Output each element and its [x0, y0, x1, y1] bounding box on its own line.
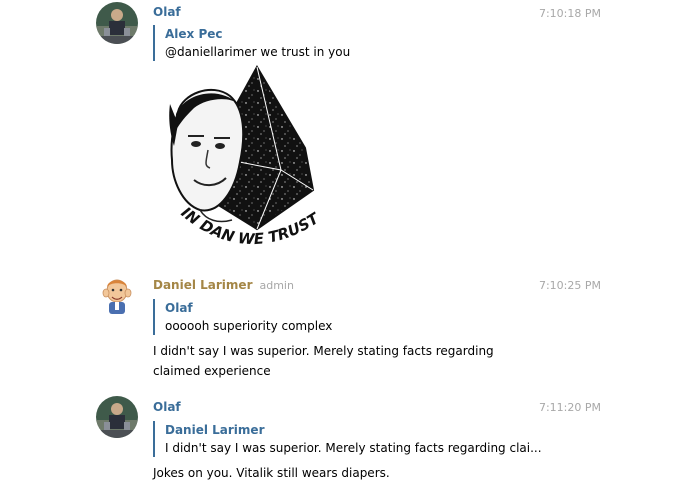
reply-text: @daniellarimer we trust in you — [165, 45, 351, 59]
sender-name-text: Daniel Larimer — [153, 278, 253, 292]
admin-badge: admin — [259, 279, 294, 292]
sender-name[interactable]: Daniel Larimer admin — [153, 278, 294, 292]
timestamp: 7:11:20 PM — [538, 401, 601, 414]
timestamp: 7:10:18 PM — [538, 7, 601, 20]
sender-name[interactable]: Olaf — [153, 5, 181, 19]
reply-text: I didn't say I was superior. Merely stat… — [165, 441, 542, 455]
reply-quote[interactable]: Alex Pec @daniellarimer we trust in you — [153, 25, 350, 61]
avatar-olaf[interactable] — [96, 396, 138, 438]
reply-sender: Daniel Larimer — [165, 423, 265, 437]
reply-text: oooooh superiority complex — [165, 319, 333, 333]
timestamp: 7:10:25 PM — [538, 279, 601, 292]
reply-quote[interactable]: Daniel Larimer I didn't say I was superi… — [153, 421, 542, 457]
avatar-olaf[interactable] — [96, 2, 138, 44]
message-text: I didn't say I was superior. Merely stat… — [153, 344, 494, 378]
meme-image[interactable]: IN DAN WE TRUST — [160, 64, 340, 264]
reply-sender: Alex Pec — [165, 27, 223, 41]
reply-quote[interactable]: Olaf oooooh superiority complex — [153, 299, 332, 335]
message-text: Jokes on you. Vitalik still wears diaper… — [153, 466, 390, 480]
sender-name[interactable]: Olaf — [153, 400, 181, 414]
avatar-daniel-larimer[interactable] — [96, 274, 138, 316]
reply-sender: Olaf — [165, 301, 193, 315]
